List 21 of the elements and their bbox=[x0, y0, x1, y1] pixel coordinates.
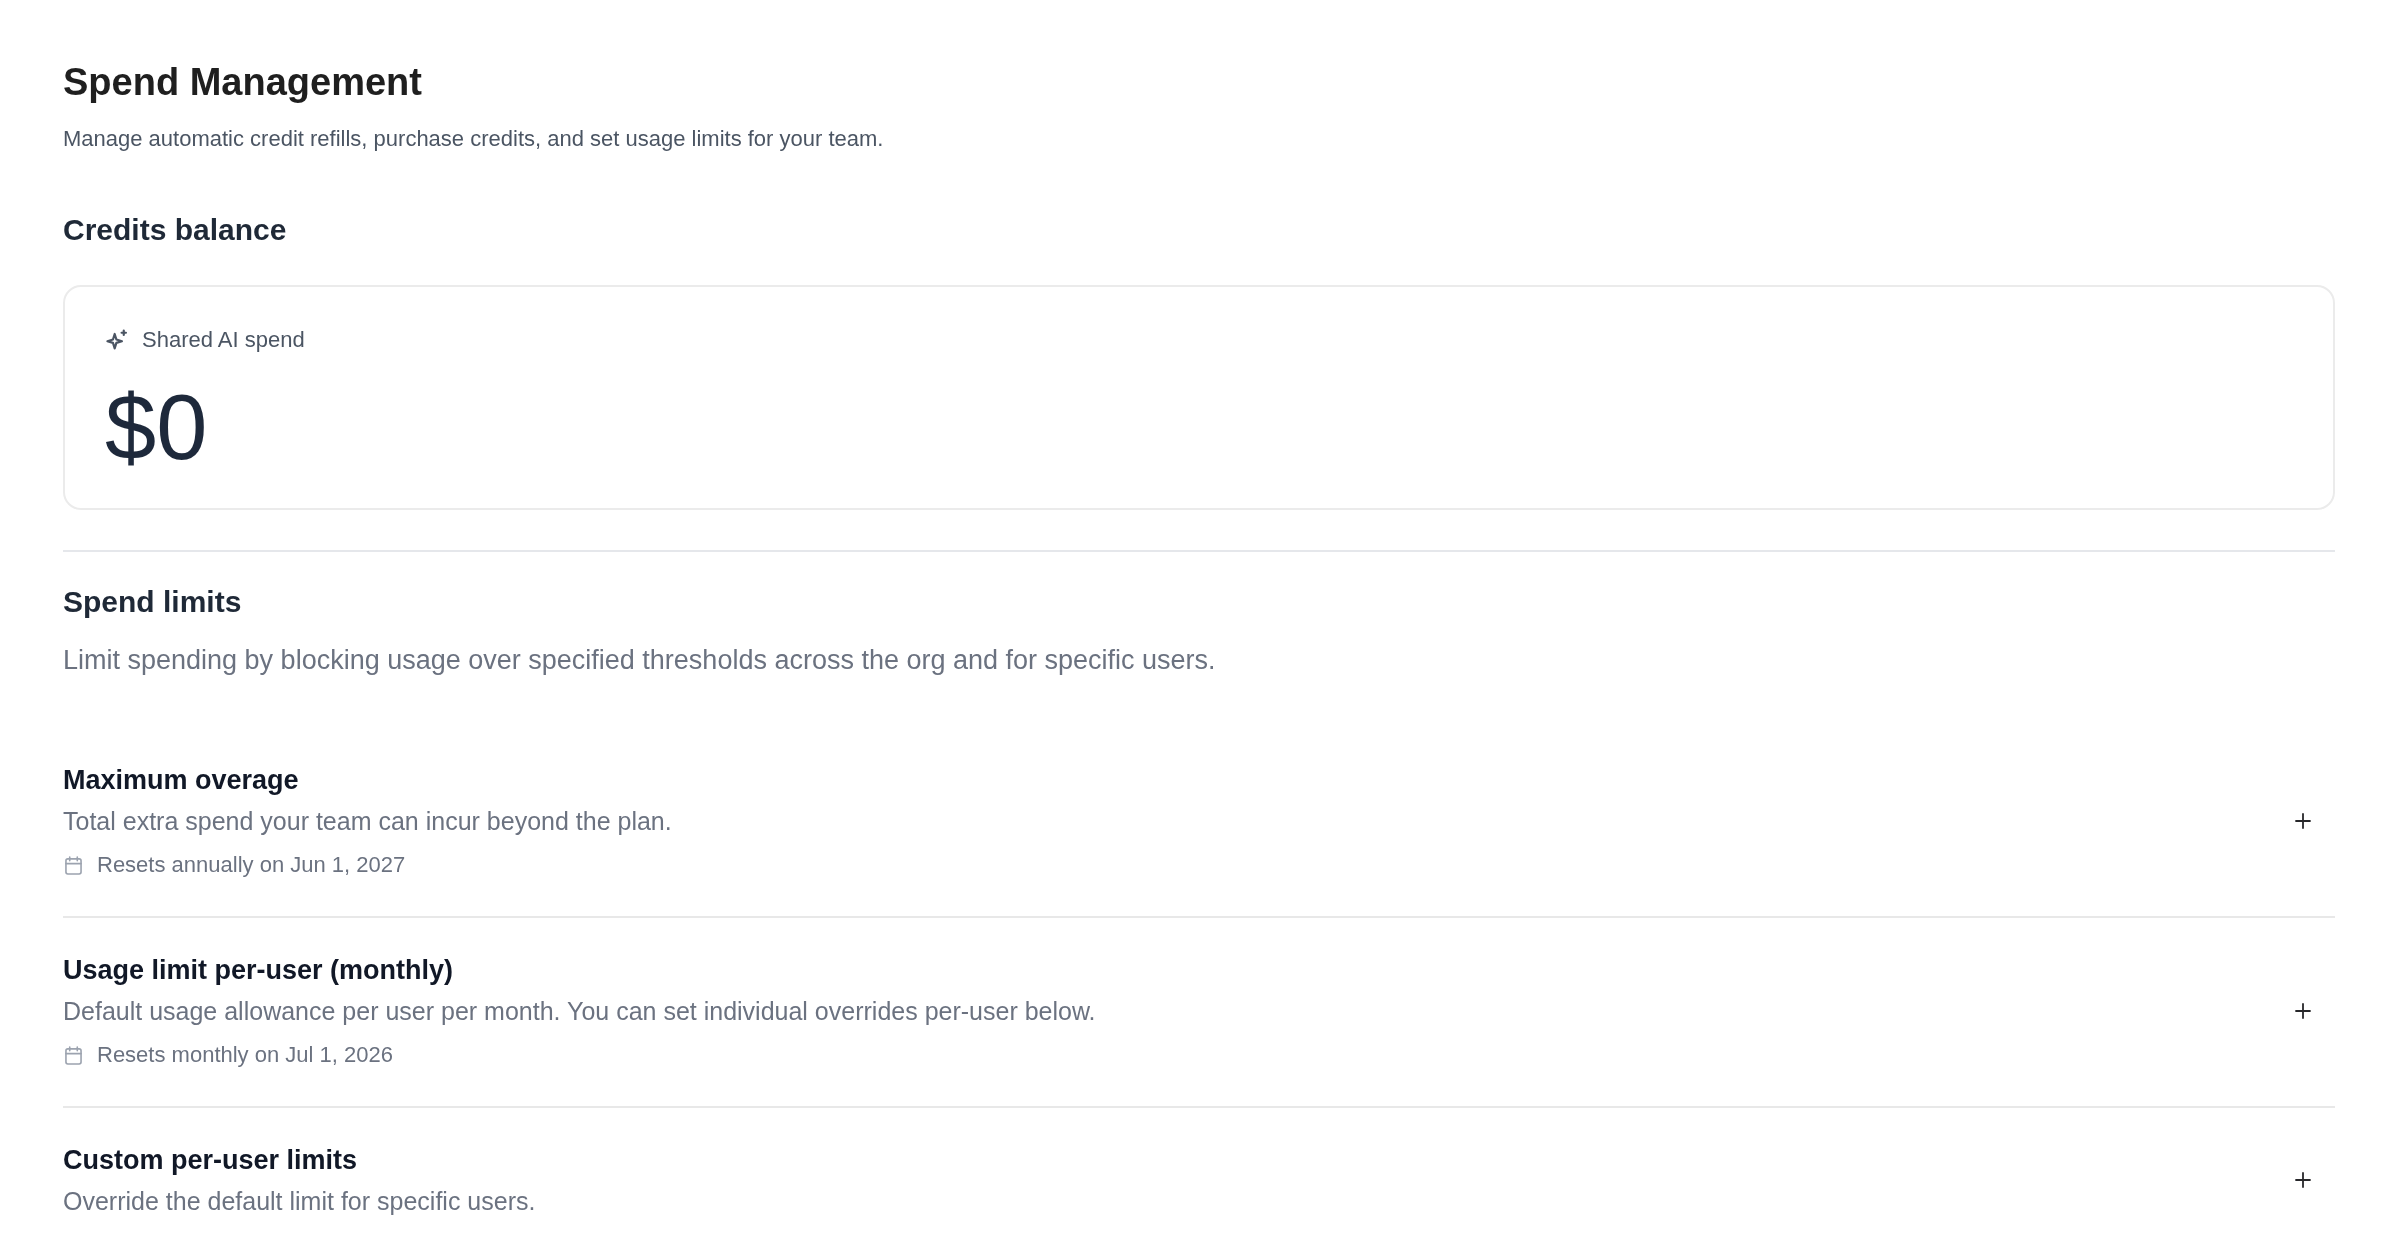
limit-title: Usage limit per-user (monthly) bbox=[63, 954, 455, 987]
section-description: Limit spending by blocking usage over specified thresholds across the org and for specific users. bbox=[63, 644, 1217, 677]
limit-title: Custom per-user limits bbox=[63, 1144, 359, 1177]
plus-icon bbox=[2295, 813, 2311, 829]
limit-description: Override the default limit for specific users. bbox=[63, 1186, 536, 1217]
limit-description: Default usage allowance per user per month. You can set individual overrides per-user below. bbox=[63, 996, 1096, 1027]
calendar-icon bbox=[65, 855, 82, 875]
section-heading: Credits balance bbox=[63, 212, 288, 248]
page-subtitle: Manage automatic credit refills, purchase credits, and set usage limits for your team. bbox=[63, 125, 885, 153]
page-title: Spend Management bbox=[63, 60, 423, 105]
plus-icon bbox=[2295, 1003, 2311, 1019]
card-label: Shared AI spend bbox=[142, 326, 305, 354]
section-heading: Spend limits bbox=[63, 584, 243, 620]
plus-icon bbox=[2295, 1172, 2311, 1188]
reset-date: Resets annually on Jun 1, 2027 bbox=[97, 851, 406, 879]
sparkle-icon bbox=[105, 329, 128, 351]
calendar-icon bbox=[65, 1045, 82, 1065]
limit-description: Total extra spend your team can incur beyond the plan. bbox=[63, 806, 672, 837]
reset-date: Resets monthly on Jul 1, 2026 bbox=[97, 1041, 393, 1069]
limit-title: Maximum overage bbox=[63, 764, 300, 797]
balance-amount: $0 bbox=[105, 377, 209, 477]
